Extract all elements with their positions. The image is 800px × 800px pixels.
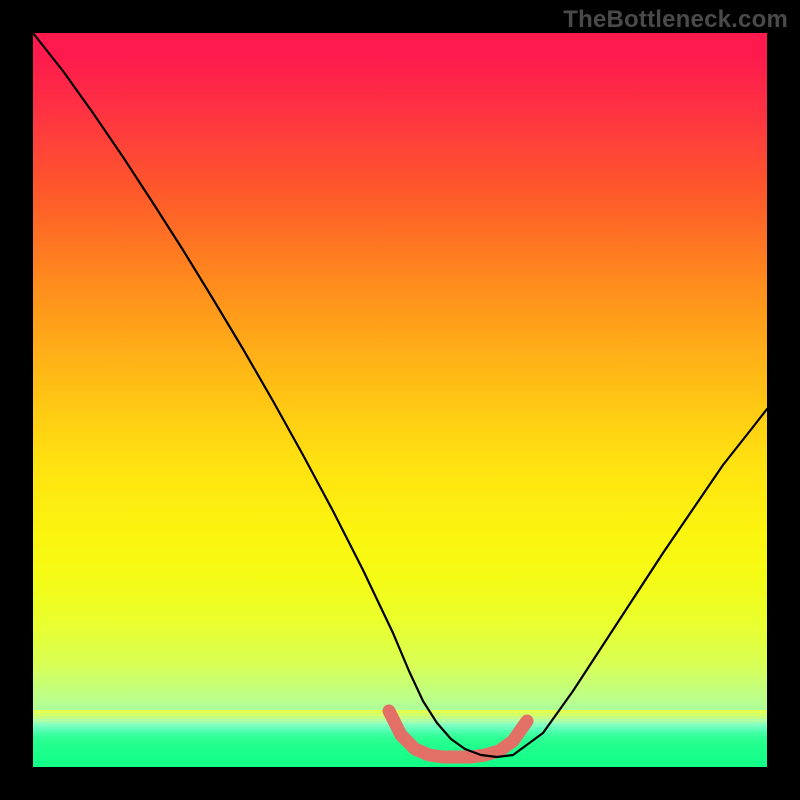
chart-stage: TheBottleneck.com [0,0,800,800]
trough-highlight-line [389,711,527,757]
plot-area [33,33,767,767]
bottleneck-curve-line [33,33,767,757]
watermark-text: TheBottleneck.com [563,6,788,34]
curve-layer [33,33,767,767]
